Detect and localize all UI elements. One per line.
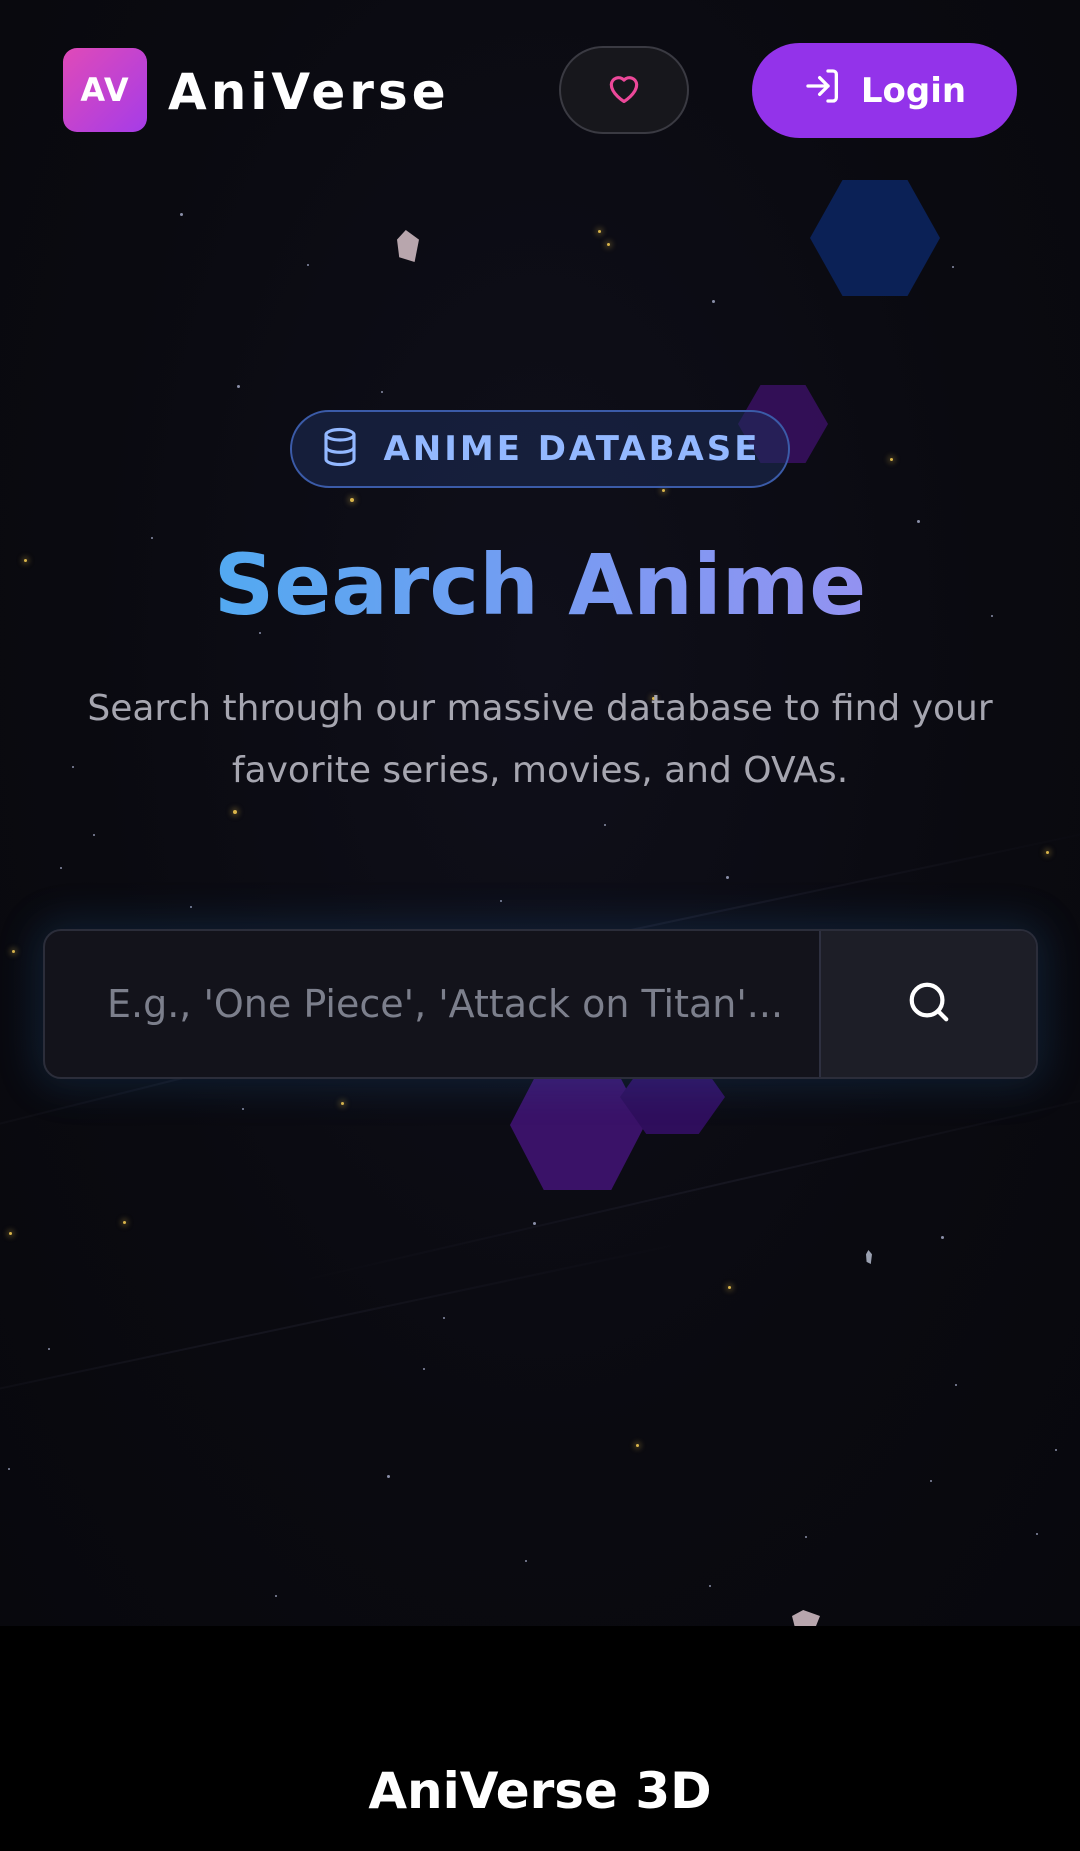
crystal-shard [866, 1250, 872, 1264]
star [180, 213, 183, 216]
anime-database-badge: ANIME DATABASE [290, 410, 790, 488]
star [8, 1468, 10, 1470]
star [1046, 851, 1049, 854]
search-bar [43, 929, 1038, 1079]
hexagon-decoration [510, 1060, 645, 1190]
star [9, 1232, 12, 1235]
star [12, 950, 15, 953]
brand-name[interactable]: AniVerse [168, 62, 450, 122]
star [307, 264, 309, 266]
star [712, 300, 715, 303]
star [93, 834, 95, 836]
database-icon [319, 426, 361, 472]
star [890, 458, 893, 461]
star [525, 1560, 527, 1562]
star [662, 489, 665, 492]
search-button[interactable] [819, 931, 1036, 1077]
star [726, 876, 729, 879]
star [604, 824, 606, 826]
star [275, 1595, 277, 1597]
star [381, 391, 383, 393]
search-input[interactable] [45, 931, 819, 1077]
star [242, 1108, 244, 1110]
search-icon [906, 979, 952, 1029]
star [423, 1368, 425, 1370]
star [728, 1286, 731, 1289]
login-arrow-icon [803, 66, 843, 115]
star [237, 385, 240, 388]
footer-title: AniVerse 3D [368, 1762, 712, 1820]
top-nav: AV AniVerse Login [0, 0, 1080, 180]
star [233, 810, 237, 814]
star [60, 867, 62, 869]
star [500, 900, 502, 902]
star [805, 1536, 807, 1538]
hero-background [0, 0, 1080, 1626]
badge-label: ANIME DATABASE [383, 429, 761, 469]
page-subtitle: Search through our massive database to f… [87, 688, 993, 791]
star [930, 1480, 932, 1482]
star [607, 243, 610, 246]
crystal-shard [397, 230, 419, 262]
star [636, 1444, 639, 1447]
star [533, 1222, 536, 1225]
page-title: Search Anime [0, 530, 1080, 640]
star [190, 906, 192, 908]
star [350, 498, 354, 502]
star [48, 1348, 50, 1350]
star [341, 1102, 344, 1105]
login-button[interactable]: Login [752, 43, 1017, 138]
page: AV AniVerse Login ANIME DATABASE Search … [0, 0, 1080, 1851]
star [955, 1384, 957, 1386]
logo-badge[interactable]: AV [63, 48, 147, 132]
star [123, 1221, 126, 1224]
star [1055, 1449, 1057, 1451]
crystal-shard [792, 1610, 820, 1626]
favorites-button[interactable] [559, 46, 689, 134]
star [387, 1475, 390, 1478]
star [709, 1585, 711, 1587]
hexagon-decoration [810, 180, 940, 296]
heart-icon [604, 69, 644, 111]
star [952, 266, 954, 268]
login-label: Login [860, 70, 967, 111]
star [917, 520, 920, 523]
star [1036, 1533, 1038, 1535]
star [443, 1317, 445, 1319]
star [941, 1236, 944, 1239]
star [598, 230, 601, 233]
